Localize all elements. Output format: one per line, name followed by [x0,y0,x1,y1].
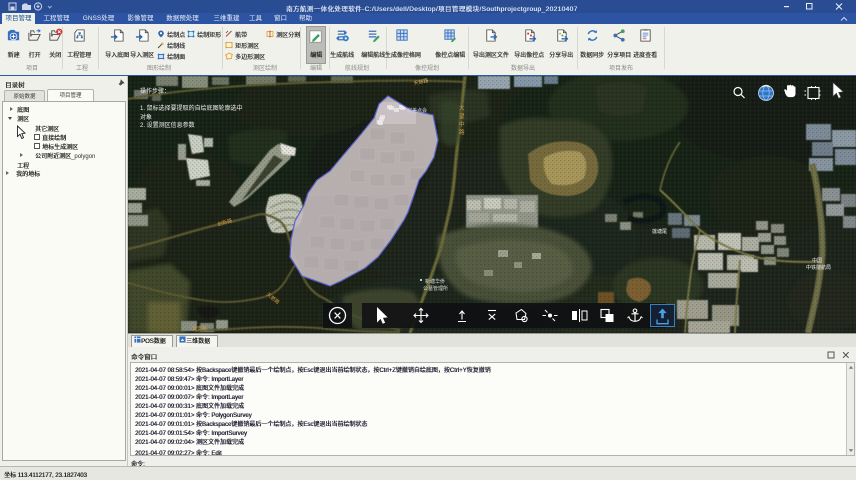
svg-text:新塘华侨: 新塘华侨 [425,278,445,285]
svg-text:操作步骤：: 操作步骤： [140,87,170,95]
svg-text:公墓管理所: 公墓管理所 [423,285,448,292]
svg-text:1. 鼠标选择要提取的自绘底图轮廓选中: 1. 鼠标选择要提取的自绘底图轮廓选中 [140,104,243,112]
svg-text:莲塘尾: 莲塘尾 [652,228,667,235]
svg-text:圳美点会: 圳美点会 [407,107,427,114]
svg-text:天安路: 天安路 [192,325,207,332]
svg-text:中铁隧航局: 中铁隧航局 [806,264,831,271]
svg-text:对象: 对象 [140,113,152,121]
svg-text:2. 设置测区信息参数: 2. 设置测区信息参数 [140,121,195,129]
svg-text:中国: 中国 [812,257,822,264]
